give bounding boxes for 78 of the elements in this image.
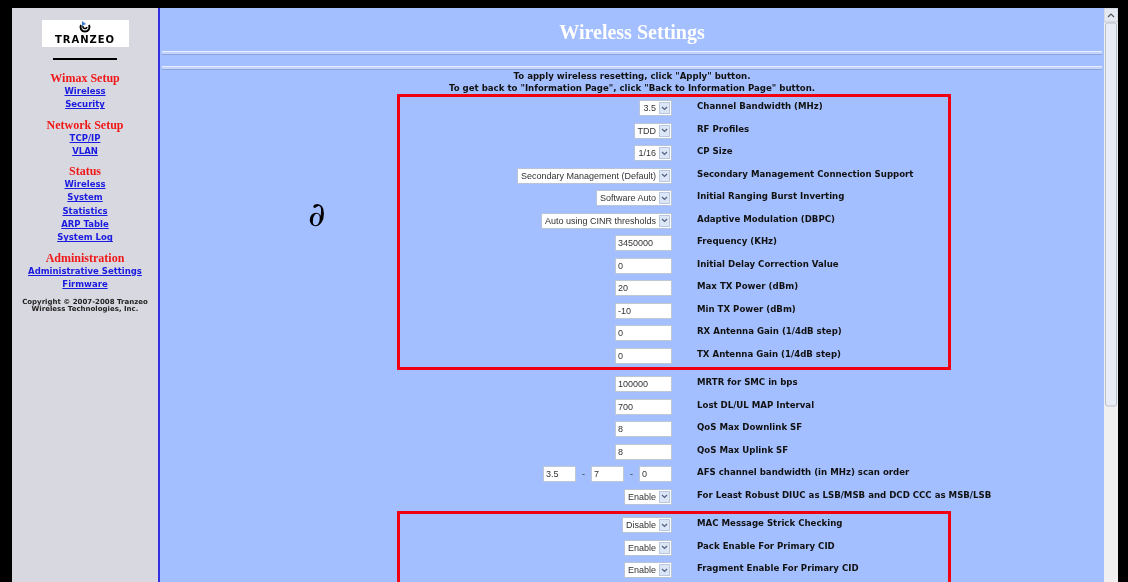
setting-label: For Least Robust DIUC as LSB/MSB and DCD CCC as MSB/LSB bbox=[697, 489, 992, 500]
input-field[interactable]: 100000 bbox=[615, 376, 672, 393]
input-field[interactable]: 8 bbox=[615, 421, 672, 438]
instruction-text: To get back to "Information Page", click "Back to Information Page" button. bbox=[447, 82, 817, 94]
chevron-down-icon bbox=[661, 522, 668, 528]
setting-label: Lost DL/UL MAP Interval bbox=[697, 399, 815, 410]
dropdown[interactable]: Enable bbox=[623, 562, 672, 579]
setting-label: Initial Delay Correction Value bbox=[697, 258, 839, 269]
section-heading: Administration bbox=[44, 250, 126, 265]
nav-link[interactable]: VLAN bbox=[72, 144, 98, 159]
setting-label: Fragment Enable For Primary CID bbox=[697, 563, 859, 574]
dropdown[interactable]: Auto using CINR thresholds bbox=[540, 212, 672, 229]
setting-label: Frequency (KHz) bbox=[697, 236, 777, 247]
setting-label: Max TX Power (dBm) bbox=[697, 281, 799, 292]
setting-label: QoS Max Uplink SF bbox=[697, 444, 789, 455]
dropdown[interactable]: Secondary Management (Default) bbox=[516, 167, 672, 184]
setting-label: MRTR for SMC in bps bbox=[697, 377, 798, 388]
setting-label: CP Size bbox=[697, 146, 733, 157]
dash-separator: - bbox=[582, 469, 585, 480]
dropdown[interactable]: TDD bbox=[633, 122, 672, 139]
section-heading: Status bbox=[68, 164, 102, 179]
chevron-down-icon bbox=[661, 494, 668, 500]
chevron-down-icon bbox=[661, 545, 668, 551]
nav-link[interactable]: Administrative Settings bbox=[28, 264, 142, 278]
dropdown[interactable]: Enable bbox=[623, 539, 672, 556]
dropdown[interactable]: Software Auto bbox=[595, 190, 672, 207]
nav-link[interactable]: TCP/IP bbox=[69, 131, 101, 145]
chevron-down-icon bbox=[661, 567, 668, 573]
nav-link[interactable]: Wireless bbox=[64, 85, 106, 99]
input-field[interactable]: 0 bbox=[615, 347, 672, 364]
page-title: Wireless Settings bbox=[558, 21, 706, 43]
setting-label: Adaptive Modulation (DBPC) bbox=[697, 213, 835, 224]
nav-link[interactable]: System bbox=[67, 191, 103, 205]
instruction-text: To apply wireless resetting, click "Apply" button. bbox=[512, 70, 752, 82]
logo-text: TRANZEO bbox=[54, 34, 116, 45]
setting-label: MAC Message Strick Checking bbox=[697, 518, 843, 529]
setting-label: QoS Max Downlink SF bbox=[697, 422, 803, 433]
chevron-down-icon bbox=[661, 105, 668, 111]
input-field[interactable]: 0 bbox=[639, 466, 672, 483]
dash-separator: - bbox=[630, 469, 633, 480]
chevron-down-icon bbox=[661, 218, 668, 224]
chevron-down-icon bbox=[661, 128, 668, 134]
input-field[interactable]: 8 bbox=[615, 443, 672, 460]
nav-link[interactable]: Statistics bbox=[62, 204, 108, 219]
spiral-icon bbox=[78, 21, 92, 34]
input-field[interactable]: 7 bbox=[591, 466, 624, 483]
input-field[interactable]: 0 bbox=[615, 325, 672, 342]
setting-label: RF Profiles bbox=[697, 123, 750, 134]
section-heading: Network Setup bbox=[45, 117, 125, 132]
dropdown[interactable]: Disable bbox=[622, 517, 672, 534]
dropdown[interactable]: 3.5 bbox=[639, 100, 672, 117]
chevron-down-icon bbox=[661, 195, 668, 201]
setting-label: RX Antenna Gain (1/4dB step) bbox=[697, 326, 842, 337]
dropdown[interactable]: Enable bbox=[623, 488, 672, 505]
setting-label: TX Antenna Gain (1/4dB step) bbox=[697, 348, 841, 359]
input-field[interactable]: -10 bbox=[615, 302, 672, 319]
chevron-down-icon bbox=[661, 150, 668, 156]
input-field[interactable]: 20 bbox=[615, 280, 672, 297]
setting-label: Secondary Management Connection Support bbox=[697, 168, 914, 179]
chevron-down-icon bbox=[661, 173, 668, 179]
nav-link[interactable]: Firmware bbox=[62, 277, 108, 292]
setting-label: Pack Enable For Primary CID bbox=[697, 540, 835, 551]
nav-link[interactable]: Wireless bbox=[64, 178, 106, 192]
setting-label: AFS channel bandwidth (in MHz) scan order bbox=[697, 467, 910, 478]
input-field[interactable]: 3.5 bbox=[543, 466, 576, 483]
setting-label: Channel Bandwidth (MHz) bbox=[697, 101, 823, 112]
input-field[interactable]: 700 bbox=[615, 398, 672, 415]
stray-symbol: ∂ bbox=[308, 194, 326, 234]
section-heading: Wimax Setup bbox=[49, 71, 121, 85]
input-field[interactable]: 0 bbox=[615, 257, 672, 274]
dropdown[interactable]: 1/16 bbox=[634, 145, 672, 162]
nav-link[interactable]: Security bbox=[65, 98, 105, 112]
setting-label: Min TX Power (dBm) bbox=[697, 303, 796, 314]
nav-link[interactable]: ARP Table bbox=[61, 218, 109, 232]
setting-label: Initial Ranging Burst Inverting bbox=[697, 191, 845, 202]
input-field[interactable]: 3450000 bbox=[615, 235, 672, 252]
scrollbar[interactable] bbox=[1104, 8, 1118, 408]
nav-link[interactable]: System Log bbox=[57, 231, 113, 245]
